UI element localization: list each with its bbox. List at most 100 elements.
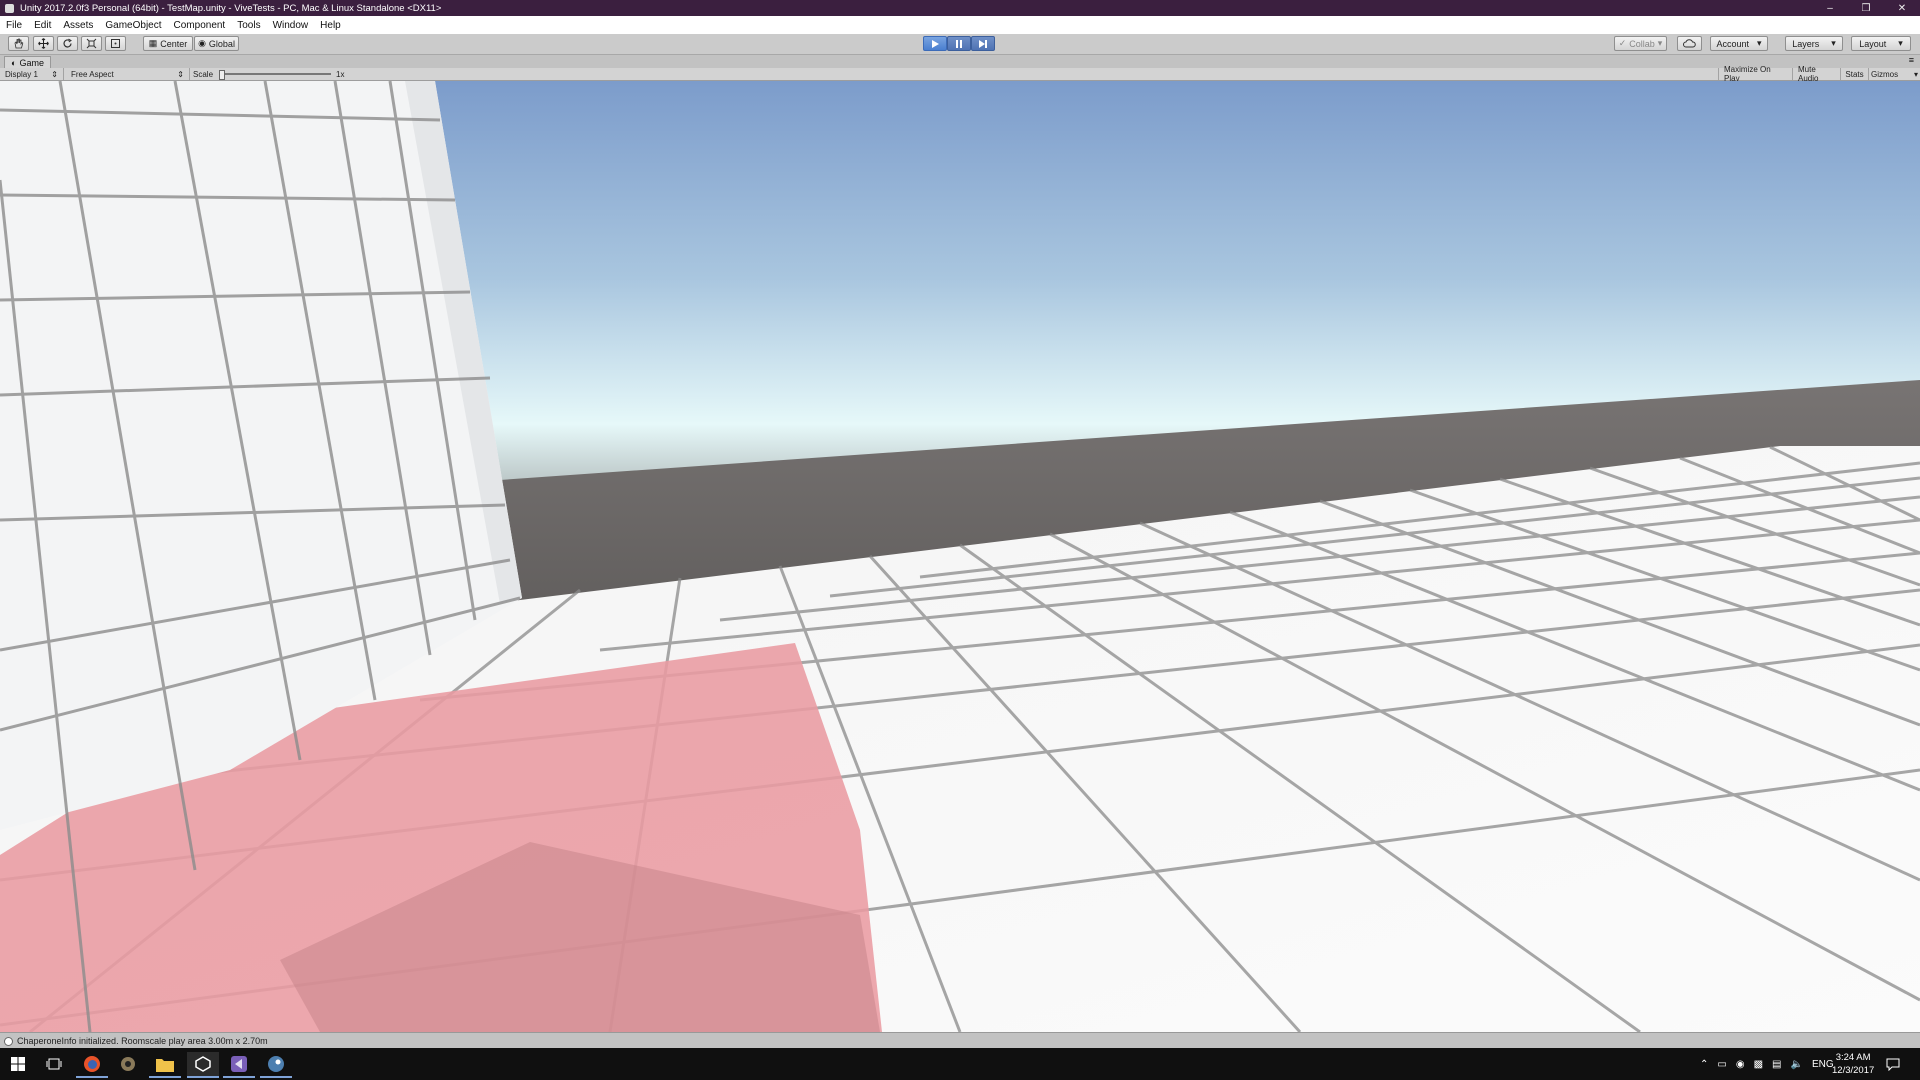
menu-bar: File Edit Assets GameObject Component To… (0, 16, 1920, 34)
menu-tools[interactable]: Tools (231, 20, 266, 31)
layers-label: Layers (1792, 38, 1820, 49)
space-toggle-button[interactable]: ◉ Global (194, 36, 239, 51)
rect-tool-button[interactable] (105, 36, 126, 51)
display-dropdown[interactable]: Display 1 ⇕ (0, 68, 64, 80)
aspect-dropdown[interactable]: Free Aspect ⇕ (66, 68, 190, 80)
layers-dropdown[interactable]: Layers ▾ (1785, 36, 1843, 51)
vr-icon[interactable]: ▭ (1717, 1059, 1726, 1070)
unity-icon (195, 1056, 211, 1072)
menu-help[interactable]: Help (314, 20, 347, 31)
pause-button[interactable] (947, 36, 971, 51)
menu-edit[interactable]: Edit (28, 20, 57, 31)
pivot-icon: ▦ (148, 38, 158, 48)
minimize-button[interactable]: – (1812, 0, 1848, 16)
panel-menu-icon[interactable]: ≡ (1909, 55, 1914, 65)
main-toolbar: ▦ Center ◉ Global ✓ Collab ▾ Account ▾ L… (0, 34, 1920, 55)
discord-tray-icon[interactable]: ▩ (1754, 1059, 1763, 1070)
rotate-tool-button[interactable] (57, 36, 78, 51)
restore-button[interactable]: ❒ (1848, 0, 1884, 16)
taskbar-file-explorer[interactable] (149, 1052, 181, 1078)
account-label: Account (1716, 38, 1749, 49)
menu-assets[interactable]: Assets (57, 20, 99, 31)
network-icon[interactable]: ▤ (1772, 1059, 1781, 1070)
taskbar-unity-editor[interactable] (187, 1052, 219, 1078)
taskbar-firefox[interactable] (76, 1052, 108, 1078)
play-button[interactable] (923, 36, 947, 51)
start-button[interactable] (2, 1052, 34, 1076)
menu-component[interactable]: Component (168, 20, 232, 31)
status-bar: ChaperoneInfo initialized. Roomscale pla… (0, 1032, 1920, 1049)
scene-render (0, 81, 1920, 1032)
game-viewport[interactable] (0, 81, 1920, 1032)
step-icon (979, 39, 987, 48)
globe-icon: ◉ (198, 38, 206, 48)
unity-logo-icon (5, 3, 14, 13)
notification-icon (1886, 1058, 1900, 1071)
visual-studio-icon (231, 1056, 247, 1072)
account-dropdown[interactable]: Account ▾ (1710, 36, 1768, 51)
taskbar-unity-hub[interactable] (112, 1052, 144, 1076)
taskbar-visual-studio[interactable] (223, 1052, 255, 1078)
scale-tool-button[interactable] (81, 36, 102, 51)
scale-icon (86, 38, 97, 49)
updown-icon: ⇕ (51, 69, 58, 79)
status-message[interactable]: ChaperoneInfo initialized. Roomscale pla… (17, 1036, 268, 1046)
close-button[interactable]: ✕ (1884, 0, 1920, 16)
gizmos-dropdown[interactable]: Gizmos ▾ (1871, 68, 1918, 80)
window-controls: – ❒ ✕ (1812, 0, 1920, 16)
collab-button[interactable]: ✓ Collab ▾ (1614, 36, 1667, 51)
chevron-down-icon: ▾ (1898, 38, 1903, 48)
play-icon (932, 39, 939, 48)
rect-transform-icon (111, 39, 120, 48)
volume-icon[interactable]: 🔈 (1790, 1059, 1802, 1070)
unity-hub-icon (121, 1057, 135, 1071)
pivot-toggle-button[interactable]: ▦ Center (143, 36, 193, 51)
collab-label: Collab (1629, 38, 1655, 49)
pivot-label: Center (160, 38, 188, 49)
maximize-on-play-toggle[interactable]: Maximize On Play (1718, 65, 1793, 83)
display-label: Display 1 (5, 69, 38, 79)
menu-gameobject[interactable]: GameObject (99, 20, 167, 31)
clock-date: 12/3/2017 (1832, 1065, 1875, 1076)
rotate-icon (63, 38, 72, 48)
move-tool-button[interactable] (33, 36, 54, 51)
windows-logo-icon (11, 1057, 25, 1071)
window-title: Unity 2017.2.0f3 Personal (64bit) - Test… (20, 2, 442, 14)
steam-tray-icon[interactable]: ◉ (1736, 1059, 1745, 1070)
chevron-down-icon: ▾ (1657, 38, 1663, 48)
chevron-down-icon: ▾ (1757, 38, 1762, 48)
chevron-up-icon[interactable]: ⌃ (1700, 1059, 1708, 1070)
pause-icon (956, 39, 962, 48)
mute-audio-toggle[interactable]: Mute Audio (1793, 65, 1841, 83)
clock-time: 3:24 AM (1835, 1052, 1871, 1063)
cloud-button[interactable] (1677, 36, 1702, 51)
game-view-toolbar: Display 1 ⇕ Free Aspect ⇕ Scale 1x Maxim… (0, 65, 1920, 83)
tab-game-label: Game (19, 58, 44, 68)
step-button[interactable] (971, 36, 995, 51)
hand-icon (14, 38, 24, 49)
taskbar-steam[interactable] (260, 1052, 292, 1078)
info-icon (4, 1036, 13, 1046)
layout-dropdown[interactable]: Layout ▾ (1851, 36, 1911, 51)
hand-tool-button[interactable] (8, 36, 29, 51)
scale-slider-handle[interactable] (219, 70, 225, 80)
menu-window[interactable]: Window (267, 20, 315, 31)
space-label: Global (208, 38, 235, 49)
panel-tab-row: ◐ Game ≡ (0, 55, 1920, 69)
folder-icon (156, 1058, 174, 1072)
language-indicator[interactable]: ENG (1812, 1059, 1834, 1070)
title-bar: Unity 2017.2.0f3 Personal (64bit) - Test… (0, 0, 1920, 16)
game-pacman-icon: ◐ (11, 58, 17, 68)
scale-value: 1x (336, 69, 345, 79)
menu-file[interactable]: File (0, 20, 28, 31)
task-view-button[interactable] (38, 1052, 70, 1076)
windows-taskbar: ⌃ ▭ ◉ ▩ ▤ 🔈 ENG 3:24 AM 12/3/2017 (0, 1048, 1920, 1080)
cloud-icon (1683, 39, 1696, 48)
system-tray: ⌃ ▭ ◉ ▩ ▤ 🔈 ENG (1700, 1048, 1834, 1080)
aspect-label: Free Aspect (71, 69, 114, 79)
scale-slider-track[interactable] (221, 73, 331, 75)
clock[interactable]: 3:24 AM 12/3/2017 (1832, 1048, 1874, 1080)
stats-toggle[interactable]: Stats (1841, 68, 1869, 80)
action-center-button[interactable] (1886, 1048, 1900, 1080)
collab-check-icon: ✓ (1618, 38, 1627, 48)
